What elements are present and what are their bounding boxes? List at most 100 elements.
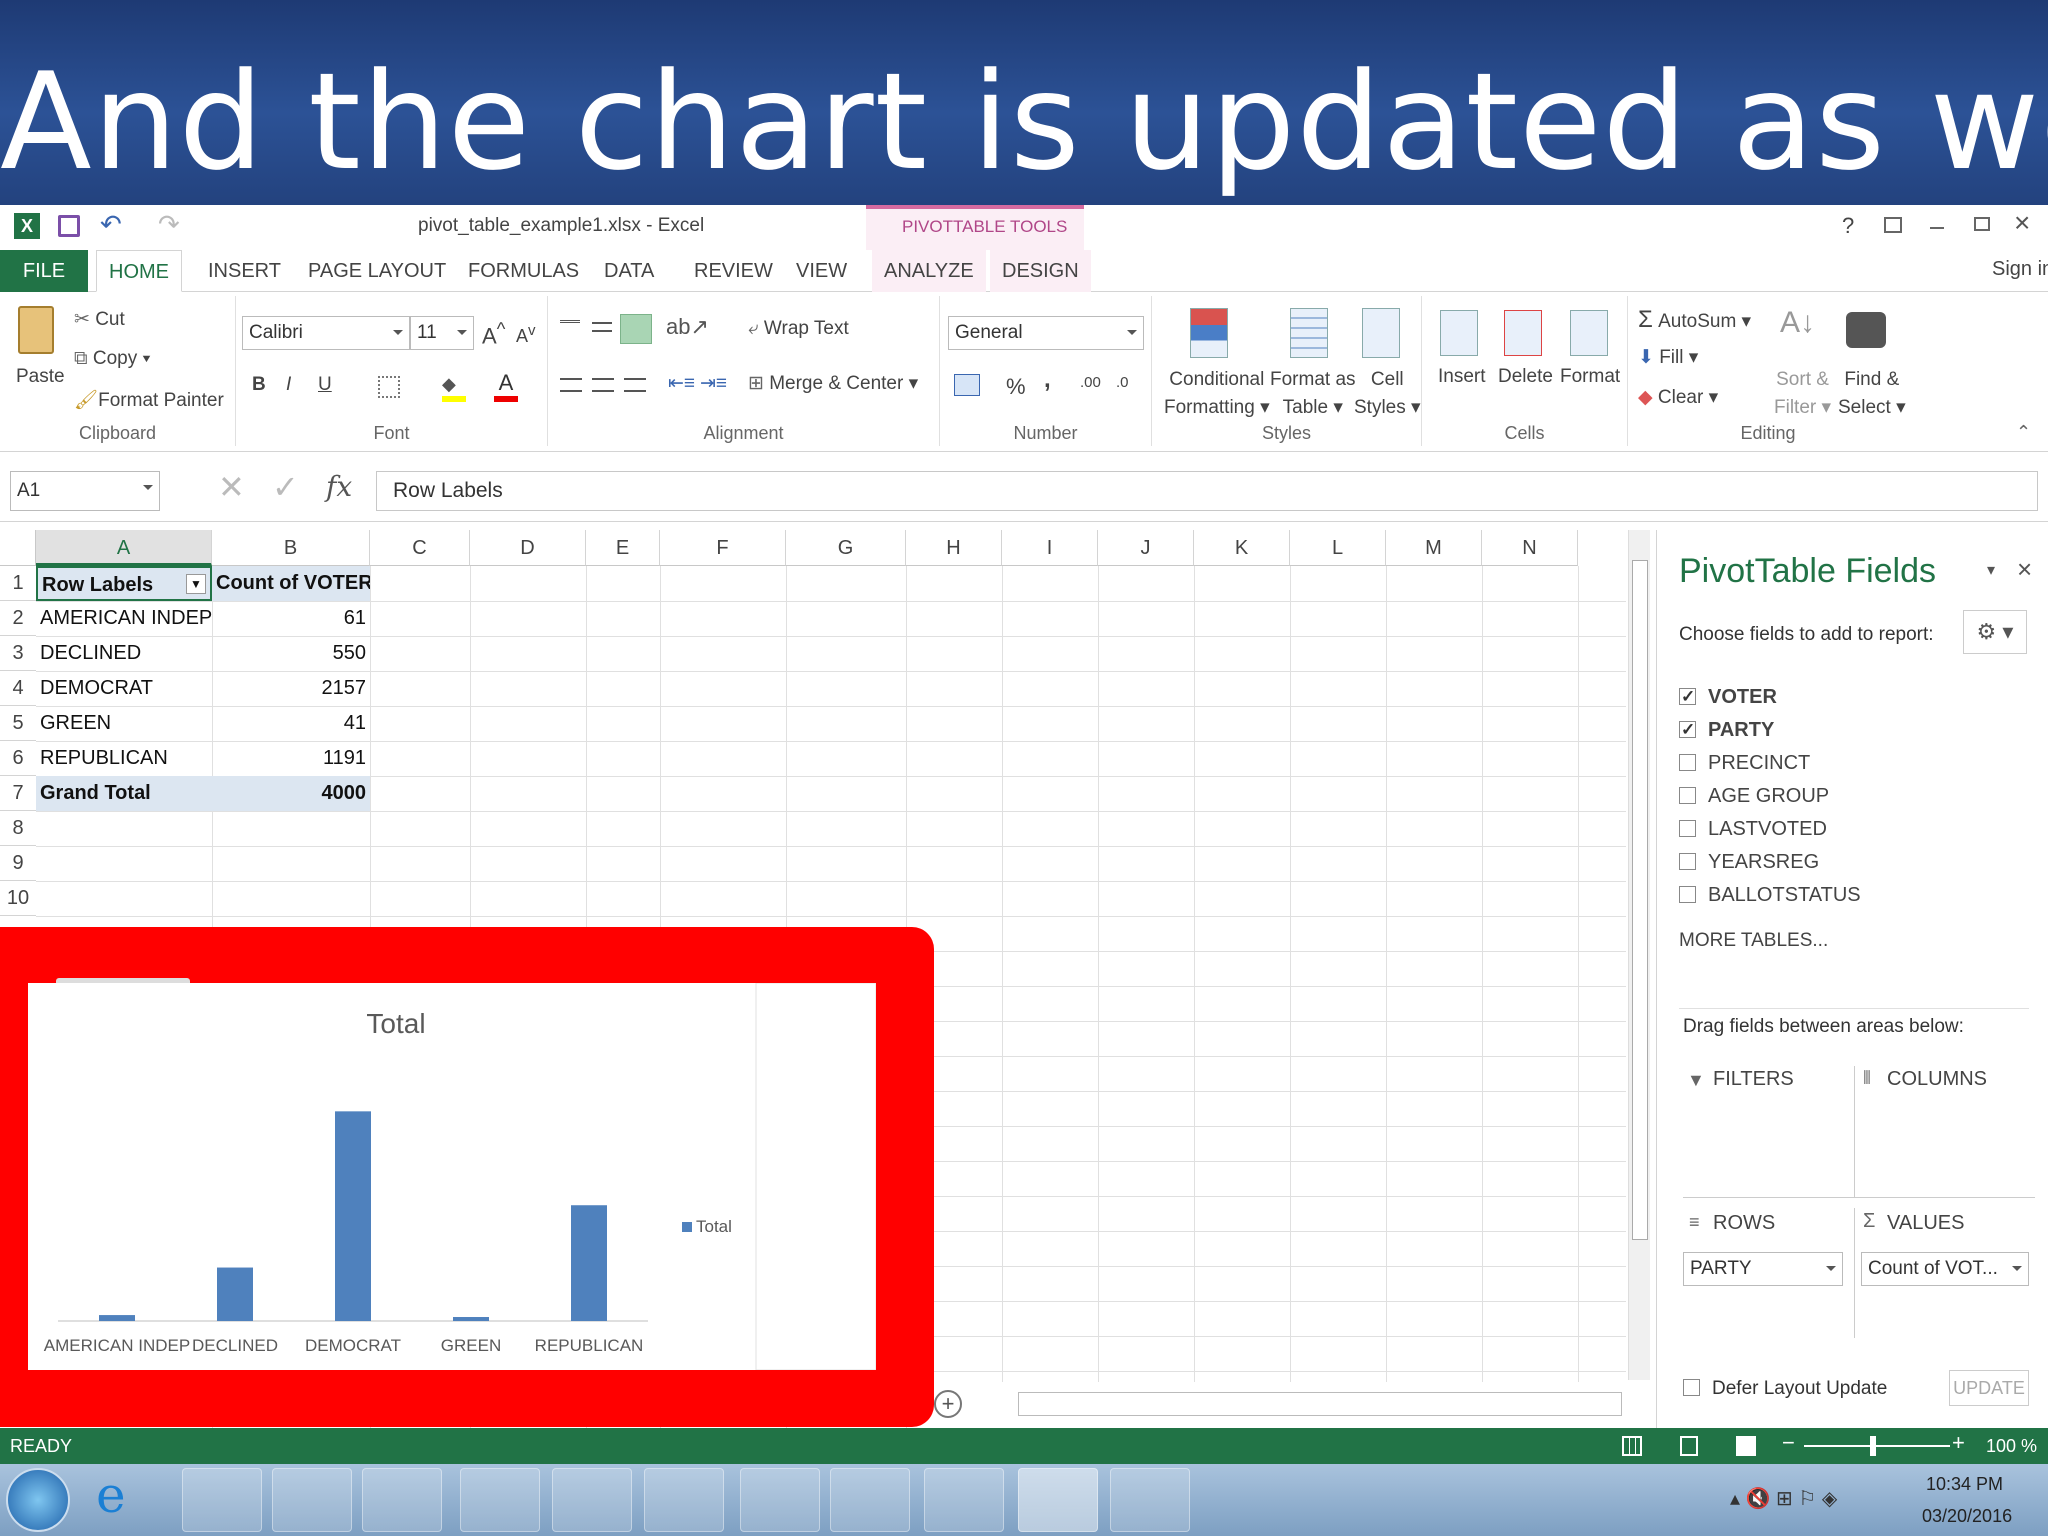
zoom-out-button[interactable]: − xyxy=(1782,1430,1795,1456)
column-header-k[interactable]: K xyxy=(1194,530,1290,566)
defer-layout-checkbox[interactable]: Defer Layout Update xyxy=(1683,1378,1887,1400)
zoom-slider[interactable] xyxy=(1804,1445,1950,1447)
percent-button[interactable]: % xyxy=(1006,374,1026,400)
autosum-button[interactable]: Σ AutoSum ▾ xyxy=(1638,306,1751,334)
field-party[interactable]: PARTY xyxy=(1679,717,1774,743)
increase-decimal-icon[interactable]: .00 xyxy=(1080,374,1101,391)
format-as-table-button[interactable]: Format as Table ▾ xyxy=(1270,366,1356,422)
pivot-row-label[interactable]: GREEN xyxy=(36,706,212,741)
field-ballotstatus[interactable]: BALLOTSTATUS xyxy=(1679,882,1861,908)
row-header-4[interactable]: 4 xyxy=(0,671,36,706)
word-icon[interactable] xyxy=(460,1468,540,1532)
field-checkbox[interactable] xyxy=(1679,820,1696,837)
cell-b1-count-header[interactable]: Count of VOTER xyxy=(212,566,370,601)
app-icon-4[interactable] xyxy=(1110,1468,1190,1532)
filter-dropdown-icon[interactable]: ▼ xyxy=(186,574,206,594)
horizontal-scrollbar[interactable] xyxy=(1018,1392,1622,1416)
field-precinct[interactable]: PRECINCT xyxy=(1679,750,1810,776)
pivot-row-value[interactable]: 41 xyxy=(212,706,370,741)
field-checkbox[interactable] xyxy=(1679,787,1696,804)
close-icon[interactable]: × xyxy=(2014,207,2030,239)
format-as-table-icon[interactable] xyxy=(1290,308,1328,358)
values-area[interactable]: Σ VALUES Count of VOT... xyxy=(1855,1208,2035,1338)
decrease-decimal-icon[interactable]: .0 xyxy=(1116,374,1129,391)
cut-button[interactable]: ✂ Cut xyxy=(74,308,125,331)
select-all-corner[interactable] xyxy=(0,530,36,566)
pane-close-icon[interactable]: × xyxy=(2017,554,2032,585)
zoom-level[interactable]: 100 % xyxy=(1986,1436,2037,1457)
sign-in-link[interactable]: Sign in xyxy=(1992,258,2048,281)
column-header-e[interactable]: E xyxy=(586,530,660,566)
paint-icon[interactable] xyxy=(924,1468,1004,1532)
fill-color-icon[interactable]: ◆ xyxy=(442,374,466,402)
tab-home[interactable]: HOME xyxy=(96,250,182,292)
sort-filter-button[interactable]: Sort & Filter ▾ xyxy=(1774,366,1831,422)
confirm-entry-icon[interactable]: ✓ xyxy=(272,468,299,506)
wrap-text-button[interactable]: ⤶ Wrap Text xyxy=(748,318,849,340)
decrease-indent-icon[interactable]: ⇤≡ xyxy=(668,372,695,395)
internet-explorer-icon[interactable]: e xyxy=(96,1466,126,1524)
column-header-l[interactable]: L xyxy=(1290,530,1386,566)
format-painter-button[interactable]: 🖌Format Painter xyxy=(74,388,224,412)
minimize-icon[interactable] xyxy=(1930,227,1944,229)
file-explorer-icon[interactable] xyxy=(182,1468,262,1532)
filters-area[interactable]: ▼ FILTERS xyxy=(1683,1066,1855,1198)
grand-total-label[interactable]: Grand Total xyxy=(36,776,212,811)
column-header-j[interactable]: J xyxy=(1098,530,1194,566)
column-header-i[interactable]: I xyxy=(1002,530,1098,566)
zoom-in-button[interactable]: + xyxy=(1952,1430,1965,1456)
merge-center-button[interactable]: ⊞ Merge & Center ▾ xyxy=(748,372,918,395)
cancel-entry-icon[interactable]: ✕ xyxy=(218,468,245,506)
page-layout-view-icon[interactable] xyxy=(1680,1436,1698,1456)
columns-area[interactable]: ⦀ COLUMNS xyxy=(1855,1066,2035,1198)
middle-align-icon[interactable] xyxy=(592,322,612,332)
underline-button[interactable]: U xyxy=(318,374,332,396)
conditional-formatting-icon[interactable] xyxy=(1190,308,1228,358)
add-sheet-icon[interactable]: + xyxy=(934,1390,962,1418)
row-header-7[interactable]: 7 xyxy=(0,776,36,811)
defer-checkbox-box[interactable] xyxy=(1683,1379,1700,1396)
field-checkbox[interactable] xyxy=(1679,853,1696,870)
pivot-row-value[interactable]: 550 xyxy=(212,636,370,671)
row-header-8[interactable]: 8 xyxy=(0,811,36,846)
tab-view[interactable]: VIEW xyxy=(784,250,859,292)
vertical-scrollbar[interactable] xyxy=(1628,530,1650,1380)
tab-file[interactable]: FILE xyxy=(0,250,88,292)
format-button[interactable]: Format xyxy=(1560,366,1620,388)
column-header-a[interactable]: A xyxy=(36,530,212,566)
comma-button[interactable]: , xyxy=(1044,366,1051,394)
field-age-group[interactable]: AGE GROUP xyxy=(1679,783,1829,809)
tab-review[interactable]: REVIEW xyxy=(682,250,785,292)
fill-button[interactable]: ⬇ Fill ▾ xyxy=(1638,346,1698,369)
column-header-h[interactable]: H xyxy=(906,530,1002,566)
pivot-chart[interactable]: Total AMERICAN INDEP DECLINED DEMOCRAT GREEN… xyxy=(28,983,876,1370)
align-right-icon[interactable] xyxy=(624,378,646,392)
column-header-d[interactable]: D xyxy=(470,530,586,566)
scroll-thumb[interactable] xyxy=(1632,560,1648,1240)
pivot-row-label[interactable]: REPUBLICAN xyxy=(36,741,212,776)
app-icon-3[interactable] xyxy=(830,1468,910,1532)
update-button[interactable]: UPDATE xyxy=(1949,1370,2029,1406)
pivot-row-value[interactable]: 2157 xyxy=(212,671,370,706)
field-checkbox[interactable] xyxy=(1679,684,1696,710)
field-voter[interactable]: VOTER xyxy=(1679,684,1777,710)
restore-icon[interactable] xyxy=(1974,217,1990,231)
row-header-3[interactable]: 3 xyxy=(0,636,36,671)
delete-cells-icon[interactable] xyxy=(1504,310,1542,356)
chrome-icon[interactable] xyxy=(740,1468,820,1532)
pivot-row-value[interactable]: 61 xyxy=(212,601,370,636)
delete-button[interactable]: Delete xyxy=(1498,366,1553,388)
row-header-9[interactable]: 9 xyxy=(0,846,36,881)
name-box[interactable]: A1 xyxy=(10,471,160,511)
row-header-1[interactable]: 1 xyxy=(0,566,36,601)
field-checkbox[interactable] xyxy=(1679,886,1696,903)
pivot-row-label[interactable]: DEMOCRAT xyxy=(36,671,212,706)
align-center-icon[interactable] xyxy=(592,378,614,392)
tab-data[interactable]: DATA xyxy=(592,250,666,292)
gear-icon[interactable]: ⚙ ▾ xyxy=(1963,610,2027,654)
formula-input[interactable]: Row Labels xyxy=(376,471,2038,511)
excel-taskbar-icon[interactable] xyxy=(1018,1468,1098,1532)
insert-button[interactable]: Insert xyxy=(1438,366,1486,388)
grow-font-button[interactable]: A^ xyxy=(482,318,505,349)
orientation-icon[interactable]: ab↗ xyxy=(666,314,709,340)
